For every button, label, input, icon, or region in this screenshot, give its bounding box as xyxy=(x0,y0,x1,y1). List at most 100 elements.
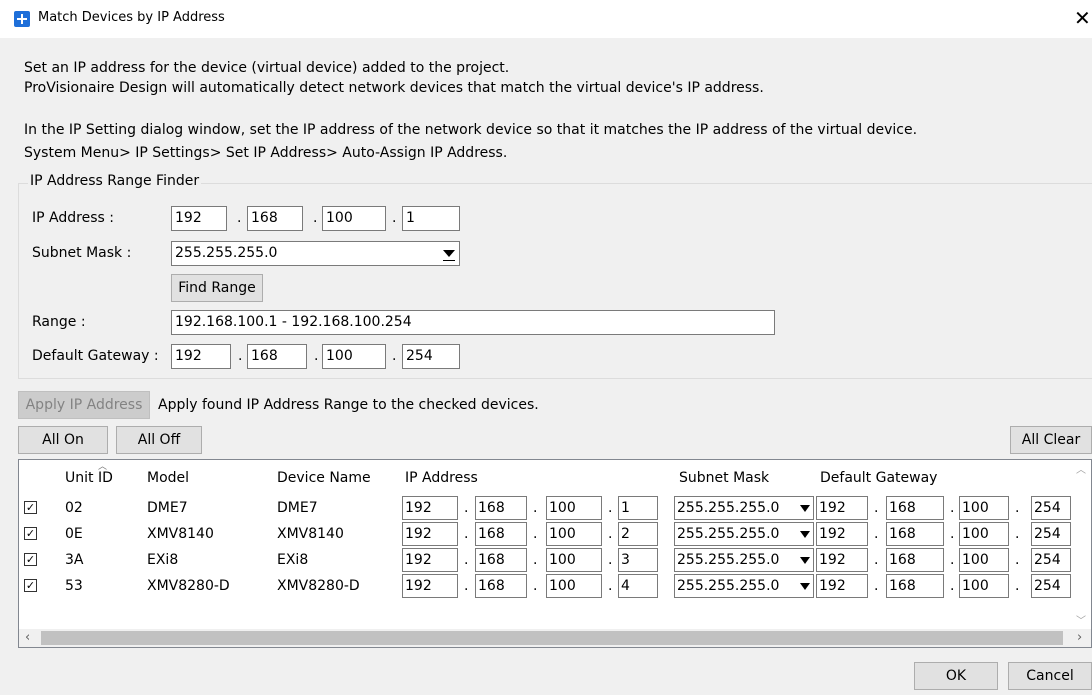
gateway-dot: . xyxy=(1015,578,1020,594)
gateway-octet-3-input[interactable]: 100 xyxy=(959,522,1009,546)
ip-octet-3-input[interactable]: 100 xyxy=(546,522,602,546)
subnet-mask-value: 255.255.255.0 xyxy=(175,245,278,261)
horizontal-scrollbar[interactable]: ‹ › xyxy=(19,629,1091,647)
subnet-mask-select[interactable]: 255.255.255.0 xyxy=(674,522,814,546)
gateway-octet-2-input[interactable]: 168 xyxy=(886,548,944,572)
gateway-octet-2-input[interactable]: 168 xyxy=(886,522,944,546)
subnet-mask-select[interactable]: 255.255.255.0 xyxy=(674,574,814,598)
ip-octet-1-input[interactable]: 192 xyxy=(171,206,227,231)
subnet-mask-select[interactable]: 255.255.255.0 xyxy=(674,496,814,520)
gateway-octet-4-input[interactable]: 254 xyxy=(1031,574,1071,598)
gateway-dot: . xyxy=(950,578,955,594)
gateway-dot: . xyxy=(874,552,879,568)
ip-octet-3-input[interactable]: 100 xyxy=(546,496,602,520)
gateway-octet-4-input[interactable]: 254 xyxy=(1031,496,1071,520)
scroll-up-icon[interactable]: ︿ xyxy=(1076,461,1086,476)
row-checkbox[interactable]: ✓ xyxy=(24,527,37,540)
scrollbar-thumb[interactable] xyxy=(41,631,1063,645)
gateway-octet-4-input[interactable]: 254 xyxy=(1031,548,1071,572)
scroll-right-icon[interactable]: › xyxy=(1077,629,1082,647)
subnet-mask-value: 255.255.255.0 xyxy=(677,552,780,568)
ip-octet-1-input[interactable]: 192 xyxy=(402,574,458,598)
row-checkbox[interactable]: ✓ xyxy=(24,501,37,514)
all-clear-button[interactable]: All Clear xyxy=(1010,426,1092,454)
apply-ip-address-button[interactable]: Apply IP Address xyxy=(18,391,150,419)
subnet-mask-select[interactable]: 255.255.255.0 xyxy=(171,241,460,266)
gateway-octet-4-input[interactable]: 254 xyxy=(402,344,460,369)
header-model[interactable]: Model xyxy=(147,470,189,486)
scroll-down-icon[interactable]: ﹀ xyxy=(1076,612,1086,627)
gw-dot: . xyxy=(314,348,319,364)
header-ip-address[interactable]: IP Address xyxy=(405,470,478,486)
ip-octet-4-input[interactable]: 4 xyxy=(618,574,658,598)
ip-dot: . xyxy=(533,500,538,516)
ok-button[interactable]: OK xyxy=(914,662,998,690)
gateway-octet-3-input[interactable]: 100 xyxy=(959,496,1009,520)
dropdown-arrow-icon xyxy=(443,250,455,257)
ip-octet-2-input[interactable]: 168 xyxy=(475,574,527,598)
gateway-octet-3-input[interactable]: 100 xyxy=(959,548,1009,572)
gateway-octet-1-input[interactable]: 192 xyxy=(816,496,868,520)
header-default-gateway[interactable]: Default Gateway xyxy=(820,470,937,486)
gateway-octet-1-input[interactable]: 192 xyxy=(816,548,868,572)
gateway-octet-2-input[interactable]: 168 xyxy=(247,344,307,369)
gateway-octet-1-input[interactable]: 192 xyxy=(816,574,868,598)
ip-octet-4-input[interactable]: 1 xyxy=(618,496,658,520)
gateway-octet-2-input[interactable]: 168 xyxy=(886,496,944,520)
ip-octet-3-input[interactable]: 100 xyxy=(322,206,386,231)
cancel-button[interactable]: Cancel xyxy=(1008,662,1092,690)
ip-octet-2-input[interactable]: 168 xyxy=(475,496,527,520)
gateway-octet-2-input[interactable]: 168 xyxy=(886,574,944,598)
gateway-dot: . xyxy=(874,578,879,594)
gateway-dot: . xyxy=(1015,526,1020,542)
gateway-octet-3-input[interactable]: 100 xyxy=(322,344,386,369)
gateway-octet-1-input[interactable]: 192 xyxy=(816,522,868,546)
subnet-mask-select[interactable]: 255.255.255.0 xyxy=(674,548,814,572)
row-checkbox[interactable]: ✓ xyxy=(24,579,37,592)
description-line-1: Set an IP address for the device (virtua… xyxy=(24,60,510,76)
gw-dot: . xyxy=(238,348,243,364)
ip-octet-1-input[interactable]: 192 xyxy=(402,548,458,572)
gateway-octet-4-input[interactable]: 254 xyxy=(1031,522,1071,546)
row-checkbox[interactable]: ✓ xyxy=(24,553,37,566)
ip-octet-2-input[interactable]: 168 xyxy=(475,548,527,572)
range-field[interactable]: 192.168.100.1 - 192.168.100.254 xyxy=(171,310,775,335)
gw-dot: . xyxy=(392,348,397,364)
gateway-dot: . xyxy=(874,526,879,542)
scroll-left-icon[interactable]: ‹ xyxy=(25,629,30,647)
header-unit-id[interactable]: Unit ID xyxy=(65,470,113,486)
find-range-button[interactable]: Find Range xyxy=(171,274,263,302)
ip-octet-1-input[interactable]: 192 xyxy=(402,496,458,520)
device-name-cell: XMV8280-D xyxy=(277,578,360,594)
ip-octet-1-input[interactable]: 192 xyxy=(402,522,458,546)
device-name-cell: EXi8 xyxy=(277,552,309,568)
ip-octet-4-input[interactable]: 3 xyxy=(618,548,658,572)
app-icon xyxy=(14,11,30,27)
header-device-name[interactable]: Device Name xyxy=(277,470,371,486)
title-bar: Match Devices by IP Address ✕ xyxy=(0,0,1092,38)
ip-dot: . xyxy=(608,526,613,542)
ip-octet-4-input[interactable]: 1 xyxy=(402,206,460,231)
device-name-cell: XMV8140 xyxy=(277,526,344,542)
apply-description: Apply found IP Address Range to the chec… xyxy=(158,397,539,413)
subnet-mask-label: Subnet Mask : xyxy=(32,245,132,261)
ip-octet-4-input[interactable]: 2 xyxy=(618,522,658,546)
gateway-dot: . xyxy=(950,552,955,568)
dropdown-arrow-icon xyxy=(800,557,810,564)
ip-dot: . xyxy=(464,552,469,568)
ip-octet-2-input[interactable]: 168 xyxy=(247,206,303,231)
all-off-button[interactable]: All Off xyxy=(116,426,202,454)
all-on-button[interactable]: All On xyxy=(18,426,108,454)
model-cell: XMV8280-D xyxy=(147,578,230,594)
gateway-octet-1-input[interactable]: 192 xyxy=(171,344,231,369)
ip-octet-3-input[interactable]: 100 xyxy=(546,548,602,572)
ip-octet-2-input[interactable]: 168 xyxy=(475,522,527,546)
gateway-dot: . xyxy=(950,526,955,542)
close-icon[interactable]: ✕ xyxy=(1074,6,1091,30)
ip-octet-3-input[interactable]: 100 xyxy=(546,574,602,598)
gateway-dot: . xyxy=(950,500,955,516)
header-subnet-mask[interactable]: Subnet Mask xyxy=(679,470,769,486)
gateway-octet-3-input[interactable]: 100 xyxy=(959,574,1009,598)
ip-dot: . xyxy=(392,210,397,226)
model-cell: EXi8 xyxy=(147,552,179,568)
